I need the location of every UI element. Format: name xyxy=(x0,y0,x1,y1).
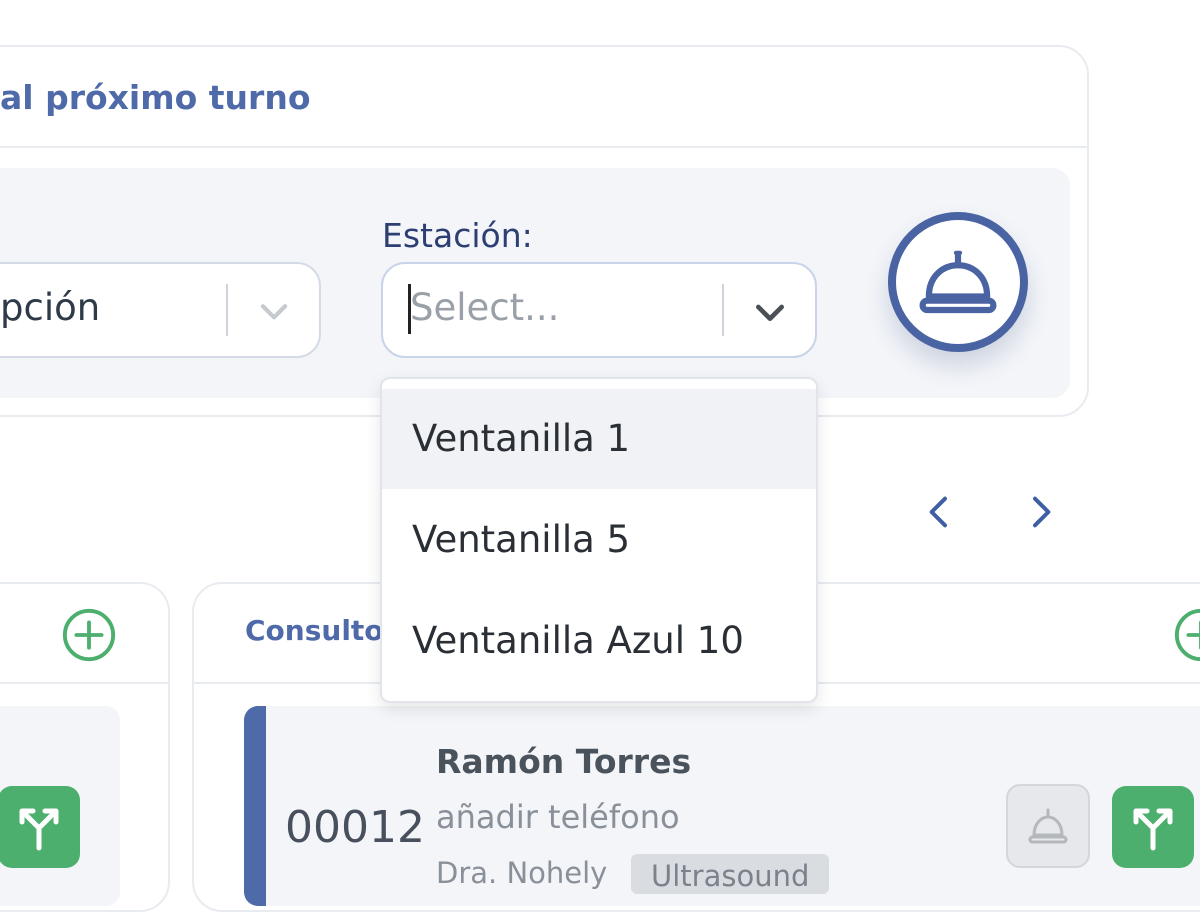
service-badge: Ultrasound xyxy=(631,854,830,894)
doctor-name: Dra. Nohely xyxy=(436,856,608,890)
service-bell-icon xyxy=(1028,808,1068,844)
column-divider xyxy=(0,682,168,684)
station-label: Estación: xyxy=(382,216,533,255)
service-bell-icon xyxy=(919,250,997,314)
split-route-icon xyxy=(19,808,59,851)
add-phone-link[interactable]: añadir teléfono xyxy=(436,798,680,836)
select-separator xyxy=(722,284,724,336)
chevron-down-icon[interactable] xyxy=(255,292,293,330)
chevron-down-icon[interactable] xyxy=(750,292,790,332)
card-title: al próximo turno xyxy=(0,78,311,117)
station-select-placeholder: Select... xyxy=(410,286,560,329)
transfer-button[interactable] xyxy=(1112,786,1194,868)
text-cursor xyxy=(408,284,411,334)
add-circle-icon[interactable] xyxy=(60,606,118,664)
call-ticket-button[interactable] xyxy=(1006,784,1090,868)
station-option-ventanilla-azul-10[interactable]: Ventanilla Azul 10 xyxy=(382,591,816,691)
ticket-number: 00012 xyxy=(285,802,425,853)
chevron-left-icon[interactable] xyxy=(920,492,960,532)
add-circle-icon[interactable] xyxy=(1172,606,1200,664)
station-option-ventanilla-5[interactable]: Ventanilla 5 xyxy=(382,490,816,590)
transfer-button[interactable] xyxy=(0,786,80,868)
card-divider xyxy=(0,146,1089,148)
service-select-value: pción xyxy=(0,286,101,329)
ticket-status-bar xyxy=(244,706,266,906)
chevron-right-icon[interactable] xyxy=(1020,492,1060,532)
patient-name: Ramón Torres xyxy=(436,742,692,781)
select-separator xyxy=(226,284,228,336)
station-option-ventanilla-1[interactable]: Ventanilla 1 xyxy=(382,389,816,489)
split-route-icon xyxy=(1133,808,1173,851)
station-dropdown-menu: Ventanilla 1 Ventanilla 5 Ventanilla Azu… xyxy=(380,377,818,703)
